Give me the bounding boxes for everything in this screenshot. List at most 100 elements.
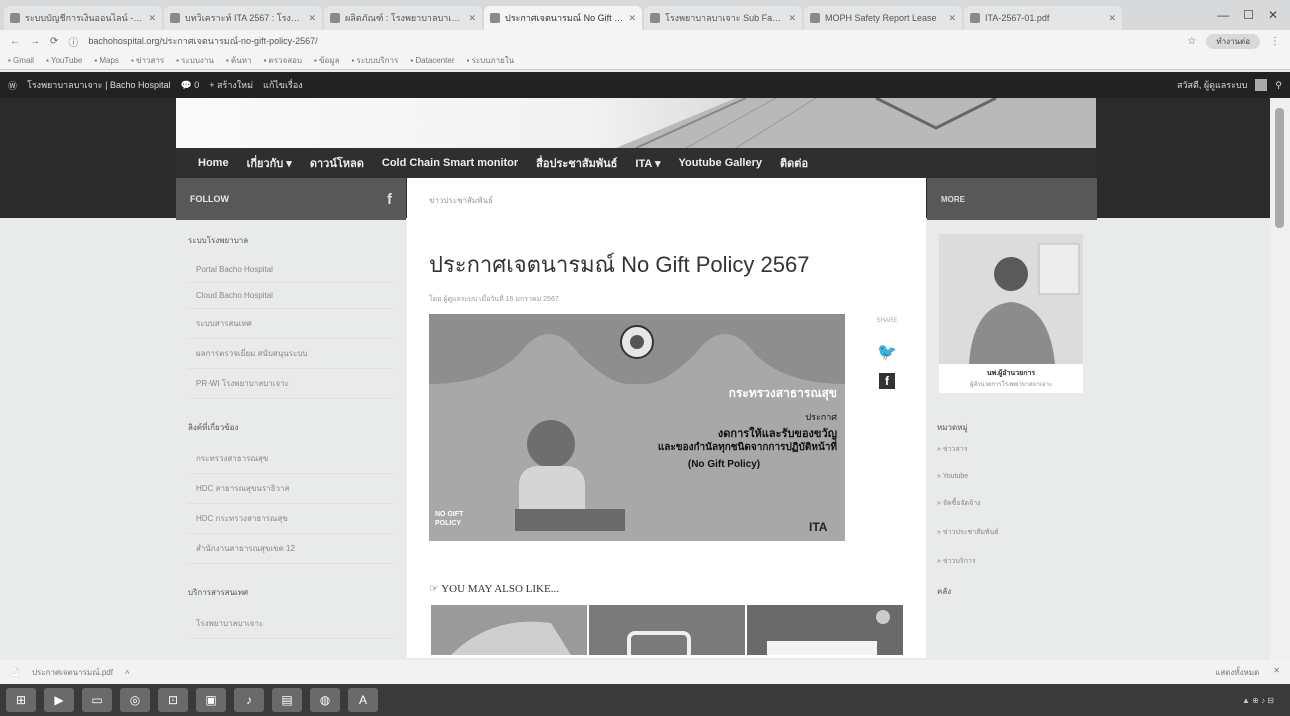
scrollbar-thumb[interactable] — [1275, 108, 1284, 228]
maximize-icon[interactable]: ☐ — [1243, 8, 1254, 22]
pdf-reader-icon[interactable]: A — [348, 688, 378, 712]
browser-tab[interactable]: โรงพยาบาลบาเจาะ Sub Facility ✕ — [644, 6, 802, 30]
start-icon[interactable]: ⊞ — [6, 688, 36, 712]
menu-icon[interactable]: ⋮ — [1270, 36, 1280, 47]
chrome-icon[interactable]: ◎ — [120, 688, 150, 712]
site-name-link[interactable]: โรงพยาบาลบาเจาะ | Bacho Hospital — [27, 78, 170, 92]
close-tab-icon[interactable]: ✕ — [628, 13, 636, 24]
search-icon[interactable]: ⚲ — [1275, 80, 1282, 91]
avatar[interactable] — [1255, 79, 1268, 91]
download-item[interactable]: ประกาศเจตนารมณ์.pdf — [32, 666, 113, 679]
chevron-up-icon[interactable]: ˄ — [125, 668, 130, 677]
director-title: ผู้อำนวยการโรงพยาบาลบาเจาะ — [969, 382, 1053, 388]
category-link[interactable]: » Youtube — [937, 473, 1097, 480]
sidebar-link[interactable]: ผลการตรวจเยี่ยม สนับสนุนระบบ — [188, 339, 394, 369]
sidebar-section-title: ระบบโรงพยาบาล — [188, 236, 249, 245]
category-link[interactable]: » ข่าวประชาสัมพันธ์ — [937, 527, 1097, 538]
forward-icon[interactable]: → — [30, 36, 40, 47]
category-link[interactable]: » ข่าวสาร — [937, 444, 1097, 455]
browser-tab[interactable]: บทวิเคราะห์ ITA 2567 : โรงพยาบาล ✕ — [164, 6, 322, 30]
sidebar-link[interactable]: HDC สาธารณสุขนราธิวาส — [188, 474, 394, 504]
nav-item[interactable]: Home — [198, 157, 229, 169]
bookmark-item[interactable]: ▪ Maps — [94, 56, 119, 65]
sidebar-link[interactable]: กระทรวงสาธารณสุข — [188, 444, 394, 474]
show-all-downloads[interactable]: แสดงทั้งหมด — [1215, 666, 1259, 679]
bookmark-star-icon[interactable]: ☆ — [1187, 36, 1196, 47]
sidebar-link[interactable]: Portal Bacho Hospital — [188, 257, 394, 283]
twitter-icon[interactable]: 🐦 — [869, 342, 905, 362]
nav-item[interactable]: Cold Chain Smart monitor — [382, 157, 518, 169]
file-explorer-icon[interactable]: ▭ — [82, 688, 112, 712]
category-link[interactable]: » ข่าวบริการ — [937, 556, 1097, 567]
right-sidebar: MORE นพ.ผู้อำนวยการ ผู้อำนวยการโรงพยาบาล… — [927, 178, 1097, 658]
document-app-icon[interactable]: ▣ — [196, 688, 226, 712]
bookmark-item[interactable]: ▪ Gmail — [8, 56, 34, 65]
related-post-thumb[interactable] — [431, 605, 587, 655]
sidebar-link[interactable]: ระบบสารสนเทศ — [188, 309, 394, 339]
page-scrollbar[interactable] — [1270, 98, 1290, 660]
close-tab-icon[interactable]: ✕ — [148, 13, 156, 24]
featured-image[interactable]: กระทรวงสาธารณสุข ประกาศ งดการให้และรับขอ… — [429, 314, 845, 541]
bookmark-item[interactable]: ▪ Datacenter — [410, 56, 454, 65]
nav-item[interactable]: ITA ▾ — [635, 157, 660, 170]
network-app-icon[interactable]: ⊡ — [158, 688, 188, 712]
bookmark-item[interactable]: ▪ ระบบงาน — [176, 54, 214, 67]
close-tab-icon[interactable]: ✕ — [308, 13, 316, 24]
browser-tab[interactable]: ผลิตภัณฑ์ : โรงพยาบาลบาเจาะ | Saito ✕ — [324, 6, 482, 30]
bookmark-item[interactable]: ▪ ข้อมูล — [314, 54, 340, 67]
bookmark-item[interactable]: ▪ YouTube — [46, 56, 82, 65]
close-download-bar-icon[interactable]: ✕ — [1273, 666, 1280, 679]
nav-item[interactable]: ติดต่อ — [780, 154, 808, 172]
system-tray[interactable]: ▲ ⊕ ♪ ⊟ — [1242, 696, 1284, 705]
categories-title: หมวดหมู่ — [937, 423, 968, 432]
bookmark-item[interactable]: ▪ ข่าวสาร — [131, 54, 164, 67]
audio-app-icon[interactable]: ♪ — [234, 688, 264, 712]
browser-tab[interactable]: MOPH Safety Report Lease ✕ — [804, 6, 962, 30]
browser-tab-strip: ระบบบัญชีการเงินออนไลน์ - Hosp✕บทวิเคราะ… — [0, 0, 1290, 30]
sidebar-link[interactable]: HDC กระทรวงสาธารณสุข — [188, 504, 394, 534]
breadcrumb[interactable]: ข่าวประชาสัมพันธ์ — [407, 178, 926, 223]
edit-post-link[interactable]: แก้ไขเรื่อง — [263, 78, 303, 92]
wordpress-icon[interactable]: Ⓦ — [8, 79, 17, 92]
close-tab-icon[interactable]: ✕ — [468, 13, 476, 24]
comments-icon[interactable]: 💬 0 — [181, 80, 200, 91]
video-app-icon[interactable]: ▤ — [272, 688, 302, 712]
back-icon[interactable]: ← — [10, 36, 20, 47]
related-post-thumb[interactable] — [589, 605, 745, 655]
close-tab-icon[interactable]: ✕ — [1108, 13, 1116, 24]
url-field[interactable]: bachohospital.org/ประกาศเจตนารมณ์-no-gif… — [88, 34, 1177, 48]
site-info-icon[interactable]: ⓘ — [68, 34, 78, 49]
sidebar-link[interactable]: โรงพยาบาลบาเจาะ — [188, 609, 394, 639]
bookmark-item[interactable]: ▪ ค้นหา — [226, 54, 252, 67]
share-label: SHARE — [876, 318, 898, 324]
related-post-thumb[interactable] — [747, 605, 903, 655]
chat-app-icon[interactable]: ◍ — [310, 688, 340, 712]
new-content-link[interactable]: + สร้างใหม่ — [209, 78, 253, 92]
left-sidebar: FOLLOW f ระบบโรงพยาบาล Portal Bacho Hosp… — [176, 178, 406, 658]
sidebar-link[interactable]: PR-WI โรงพยาบาลบาเจาะ — [188, 369, 394, 399]
media-player-icon[interactable]: ▶ — [44, 688, 74, 712]
bookmark-item[interactable]: ▪ ระบบภายใน — [467, 54, 515, 67]
nav-item[interactable]: เกี่ยวกับ ▾ — [247, 154, 292, 172]
close-tab-icon[interactable]: ✕ — [788, 13, 796, 24]
reload-icon[interactable]: ⟳ — [50, 36, 58, 47]
facebook-icon[interactable]: f — [387, 191, 392, 208]
sidebar-link[interactable]: สำนักงานสาธารณสุขเขต 12 — [188, 534, 394, 564]
close-window-icon[interactable]: ✕ — [1268, 8, 1278, 22]
category-link[interactable]: » จัดซื้อจัดจ้าง — [937, 498, 1097, 509]
profile-button[interactable]: ทำงานต่อ — [1206, 33, 1260, 49]
nav-item[interactable]: ดาวน์โหลด — [310, 154, 364, 172]
browser-tab[interactable]: ระบบบัญชีการเงินออนไลน์ - Hosp ✕ — [4, 6, 162, 30]
minimize-icon[interactable]: — — [1217, 8, 1229, 22]
tab-title: บทวิเคราะห์ ITA 2567 : โรงพยาบาล — [185, 13, 303, 23]
browser-tab[interactable]: ITA-2567-01.pdf ✕ — [964, 6, 1122, 30]
nav-item[interactable]: Youtube Gallery — [678, 157, 762, 169]
sidebar-link[interactable]: Cloud Bacho Hospital — [188, 283, 394, 309]
howdy-user[interactable]: สวัสดี, ผู้ดูแลระบบ — [1177, 78, 1247, 92]
facebook-share-icon[interactable]: f — [879, 373, 895, 389]
nav-item[interactable]: สื่อประชาสัมพันธ์ — [536, 154, 617, 172]
close-tab-icon[interactable]: ✕ — [948, 13, 956, 24]
bookmark-item[interactable]: ▪ ตรวจสอบ — [263, 54, 302, 67]
browser-tab[interactable]: ประกาศเจตนารมณ์ No Gift Policy ✕ — [484, 6, 642, 30]
bookmark-item[interactable]: ▪ ระบบบริการ — [351, 54, 398, 67]
